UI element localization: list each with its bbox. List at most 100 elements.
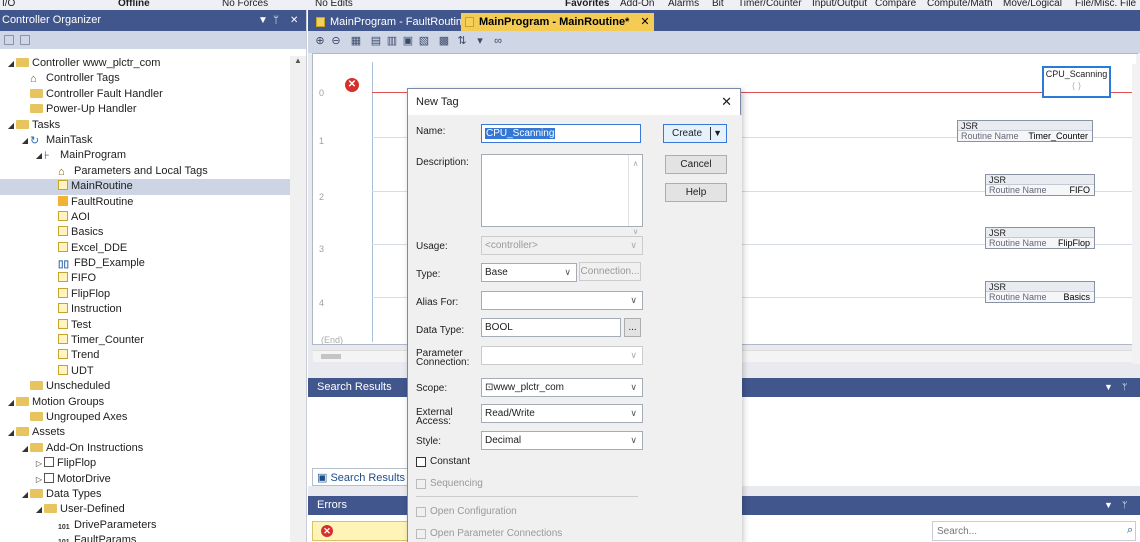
tree-item[interactable]: ◢ Add-On Instructions xyxy=(0,441,290,456)
dropdown-icon[interactable]: ▼ xyxy=(1104,378,1113,397)
tree-item[interactable]: Timer_Counter xyxy=(0,333,290,348)
ribbon-tab-addon[interactable]: Add-On xyxy=(620,0,654,9)
forces-status[interactable]: No Forces xyxy=(222,0,268,9)
tree-item[interactable]: 101FaultParams xyxy=(0,533,290,542)
tree-item[interactable]: ◢ Controller www_plctr_com xyxy=(0,56,290,71)
tree-item[interactable]: Unscheduled xyxy=(0,379,290,394)
tree-item[interactable]: ◢ ↻ MainTask xyxy=(0,133,290,148)
edits-status[interactable]: No Edits xyxy=(315,0,353,9)
tag-icon[interactable]: ⇅ xyxy=(456,35,468,47)
tree-item[interactable]: Ungrouped Axes xyxy=(0,410,290,425)
tree-item[interactable]: ⌂ Controller Tags xyxy=(0,71,290,86)
main-vscrollbar[interactable] xyxy=(1132,64,1140,364)
expand-toggle-icon[interactable]: ▷ xyxy=(34,456,44,471)
expand-toggle-icon[interactable]: ▷ xyxy=(34,472,44,487)
scope-select[interactable]: ⊡www_plctr_com ∨ xyxy=(481,378,643,397)
jsr-routine[interactable]: Timer_Counter xyxy=(1028,131,1088,142)
ribbon-tab-bit[interactable]: Bit xyxy=(712,0,724,9)
layout-icon[interactable]: ▧ xyxy=(418,35,430,47)
expand-toggle-icon[interactable]: ◢ xyxy=(34,148,44,163)
branch-icon[interactable]: ▥ xyxy=(386,35,398,47)
tree-item[interactable]: Power-Up Handler xyxy=(0,102,290,117)
watch-icon[interactable]: ∞ xyxy=(492,35,504,47)
display-icon[interactable]: ▣ xyxy=(402,35,414,47)
expand-toggle-icon[interactable]: ◢ xyxy=(20,133,30,148)
ribbon-tab-move-logical[interactable]: Move/Logical xyxy=(1003,0,1062,9)
external-access-select[interactable]: Read/Write ∨ xyxy=(481,404,643,423)
ribbon-tab-favorites[interactable]: Favorites xyxy=(565,0,609,9)
collapse-icon[interactable] xyxy=(4,35,14,45)
description-field[interactable]: ∧ ∨ xyxy=(481,154,643,236)
tree-item[interactable]: Controller Fault Handler xyxy=(0,87,290,102)
name-field[interactable]: CPU_Scanning xyxy=(481,124,641,143)
zoom-in-icon[interactable]: ⊕ xyxy=(314,35,326,47)
close-icon[interactable]: ✕ xyxy=(721,89,732,115)
tree-item[interactable]: FIFO xyxy=(0,271,290,286)
zoom-out-icon[interactable]: ⊖ xyxy=(330,35,342,47)
jsr-instruction[interactable]: JSR Routine Name Timer_Counter xyxy=(957,120,1093,142)
tree-item[interactable]: 101 DriveParameters xyxy=(0,518,290,533)
text-icon[interactable]: ▩ xyxy=(438,35,450,47)
scroll-thumb[interactable] xyxy=(321,354,341,359)
constant-checkbox[interactable] xyxy=(416,457,426,467)
type-select[interactable]: Base ∨ xyxy=(481,263,577,282)
search-icon[interactable]: ⌕ xyxy=(1127,524,1133,537)
pin-icon[interactable]: ᛘ xyxy=(1122,378,1127,397)
help-button[interactable]: Help xyxy=(665,183,727,202)
style-select[interactable]: Decimal ∨ xyxy=(481,431,643,450)
expand-toggle-icon[interactable]: ◢ xyxy=(20,441,30,456)
tree-item[interactable]: AOI xyxy=(0,210,290,225)
errors-search-input[interactable] xyxy=(932,521,1136,541)
output-coil[interactable]: CPU_Scanning ⟨ ⟩ xyxy=(1042,66,1111,98)
jsr-instruction[interactable]: JSR Routine Name FIFO xyxy=(985,174,1095,196)
jsr-instruction[interactable]: JSR Routine Name FlipFlop xyxy=(985,227,1095,249)
ribbon-tab-alarms[interactable]: Alarms xyxy=(668,0,699,9)
tab-fault-routine[interactable]: MainProgram - FaultRoutine xyxy=(312,13,472,31)
tree-item[interactable]: ▷ FlipFlop xyxy=(0,456,290,471)
dropdown-icon[interactable]: ▼ xyxy=(1104,496,1113,515)
tree-item[interactable]: FaultRoutine xyxy=(0,195,290,210)
tree-item[interactable]: ◢ Motion Groups xyxy=(0,395,290,410)
alias-select[interactable]: ∨ xyxy=(481,291,643,310)
offline-status[interactable]: Offline xyxy=(118,0,150,9)
tab-main-routine[interactable]: MainProgram - MainRoutine* ✕ xyxy=(461,13,654,31)
description-scrollbar[interactable]: ∧ ∨ xyxy=(628,155,642,236)
tree-item[interactable]: ▷ MotorDrive xyxy=(0,472,290,487)
jsr-routine[interactable]: Basics xyxy=(1063,292,1090,303)
tree-item[interactable]: Excel_DDE xyxy=(0,241,290,256)
tree-item[interactable]: ◢ Data Types xyxy=(0,487,290,502)
ribbon-tab-timer-counter[interactable]: Timer/Counter xyxy=(738,0,802,9)
expand-toggle-icon[interactable]: ◢ xyxy=(6,56,16,71)
tree-item[interactable]: Basics xyxy=(0,225,290,240)
tree-item[interactable]: FlipFlop xyxy=(0,287,290,302)
tree-item[interactable]: MainRoutine xyxy=(0,179,290,195)
ab-dropdown-icon[interactable]: ▾ xyxy=(474,35,486,47)
tree-item[interactable]: ◢ Tasks xyxy=(0,118,290,133)
tree-item[interactable]: Trend xyxy=(0,348,290,363)
rung-icon[interactable]: ▤ xyxy=(370,35,382,47)
cancel-button[interactable]: Cancel xyxy=(665,155,727,174)
dropdown-icon[interactable]: ▼ xyxy=(258,10,268,31)
expand-toggle-icon[interactable]: ◢ xyxy=(20,487,30,502)
jsr-routine[interactable]: FlipFlop xyxy=(1058,238,1090,249)
jsr-routine[interactable]: FIFO xyxy=(1070,185,1091,196)
tree-item[interactable]: ▯▯ FBD_Example xyxy=(0,256,290,271)
ribbon-tab-compare[interactable]: Compare xyxy=(875,0,916,9)
expand-toggle-icon[interactable]: ◢ xyxy=(6,395,16,410)
search-results-tab[interactable]: ▣ Search Results xyxy=(312,468,411,486)
expand-toggle-icon[interactable]: ◢ xyxy=(34,502,44,517)
tree-item[interactable]: ◢ User-Defined xyxy=(0,502,290,517)
tree-item[interactable]: Test xyxy=(0,318,290,333)
tree-item[interactable]: ⌂ Parameters and Local Tags xyxy=(0,164,290,179)
expand-toggle-icon[interactable]: ◢ xyxy=(6,425,16,440)
tree-item[interactable]: UDT xyxy=(0,364,290,379)
view-icon[interactable]: ▦ xyxy=(350,35,362,47)
ribbon-tab-file-misc[interactable]: File/Misc. xyxy=(1075,0,1117,9)
ribbon-tab-input-output[interactable]: Input/Output xyxy=(812,0,867,9)
tree-item[interactable]: ◢ ⊦ MainProgram xyxy=(0,148,290,163)
pin-icon[interactable]: ᛘ xyxy=(273,10,279,31)
browse-data-type-button[interactable]: ... xyxy=(624,318,641,337)
close-icon[interactable]: ✕ xyxy=(290,10,298,31)
jsr-instruction[interactable]: JSR Routine Name Basics xyxy=(985,281,1095,303)
ribbon-tab-compute-math[interactable]: Compute/Math xyxy=(927,0,993,9)
